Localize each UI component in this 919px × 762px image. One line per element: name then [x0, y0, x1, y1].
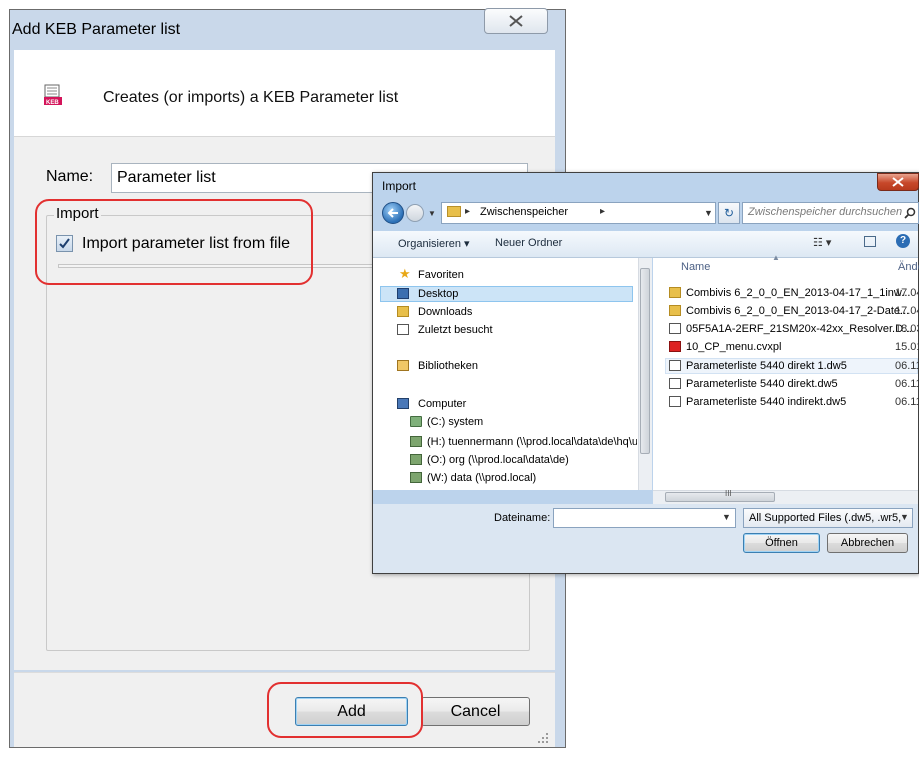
dialog-description: Creates (or imports) a KEB Parameter lis…	[103, 89, 399, 106]
file-name[interactable]: Parameterliste 5440 direkt 1.dw5	[686, 360, 847, 372]
change-view-icon[interactable]: ☷ ▾	[813, 236, 831, 249]
column-header-date[interactable]: Ände	[898, 261, 919, 273]
cancel-button[interactable]: Cancel	[421, 697, 530, 726]
nav-drive-o[interactable]: (O:) org (\\prod.local\data\de)	[427, 454, 569, 466]
import-dialog-title: Import	[382, 179, 417, 193]
arrow-left-icon	[387, 208, 398, 218]
nav-drive-h[interactable]: (H:) tuennermann (\\prod.local\data\de\h…	[427, 436, 637, 448]
file-name[interactable]: Parameterliste 5440 direkt.dw5	[686, 378, 838, 390]
file-name[interactable]: 05F5A1A-2ERF_21SM20x-42xx_Resolver.D...	[686, 323, 912, 335]
horizontal-scrollbar-thumb[interactable]	[665, 492, 775, 502]
sort-indicator-icon: ▲	[772, 253, 780, 262]
organize-menu-button[interactable]: Organisieren ▾	[398, 237, 470, 250]
file-date: 06.11	[895, 378, 919, 390]
breadcrumb-separator-icon[interactable]: ▸	[465, 206, 470, 217]
file-date: 17.04	[895, 287, 919, 299]
name-label: Name:	[46, 168, 94, 185]
nav-libraries[interactable]: Bibliotheken	[418, 360, 478, 372]
filename-dropdown-icon[interactable]: ▼	[722, 512, 731, 522]
libraries-icon	[397, 360, 409, 371]
folder-icon	[447, 206, 461, 217]
filename-label: Dateiname:	[494, 512, 551, 524]
keb-parameter-list-icon: KEB	[43, 84, 63, 106]
help-icon[interactable]: ?	[896, 234, 910, 248]
filename-input[interactable]	[553, 508, 736, 528]
breadcrumb-current-folder[interactable]: Zwischenspeicher	[480, 206, 568, 218]
column-header-name[interactable]: Name	[681, 261, 710, 273]
file-date: 17.04	[895, 305, 919, 317]
resize-grip-icon[interactable]	[537, 731, 549, 749]
preview-pane-icon[interactable]	[864, 236, 876, 247]
network-drive-icon	[410, 454, 422, 465]
desktop-icon	[397, 288, 409, 299]
folder-icon	[669, 287, 681, 298]
file-date: 06.11	[895, 360, 919, 372]
refresh-button[interactable]: ↻	[718, 202, 740, 224]
nav-drive-c[interactable]: (C:) system	[427, 416, 483, 428]
close-icon	[892, 177, 904, 187]
close-icon	[509, 15, 523, 27]
file-name[interactable]: Combivis 6_2_0_0_EN_2013-04-17_2-Date...	[686, 305, 909, 317]
address-dropdown-icon[interactable]: ▼	[704, 208, 713, 218]
search-placeholder[interactable]: Zwischenspeicher durchsuchen	[748, 206, 902, 218]
back-button[interactable]	[382, 202, 404, 224]
nav-drive-w[interactable]: (W:) data (\\prod.local)	[427, 472, 536, 484]
cvxpl-file-icon	[669, 341, 681, 352]
nav-downloads[interactable]: Downloads	[418, 306, 472, 318]
import-highlight-annotation	[35, 199, 313, 285]
search-icon[interactable]	[904, 206, 916, 224]
local-drive-icon	[410, 416, 422, 427]
document-icon	[669, 323, 681, 334]
network-drive-icon	[410, 436, 422, 447]
document-icon	[669, 396, 681, 407]
file-name[interactable]: Parameterliste 5440 indirekt.dw5	[686, 396, 846, 408]
file-date: 06.11	[895, 396, 919, 408]
scroll-grip-marker: III	[725, 489, 732, 498]
recent-places-icon	[397, 324, 409, 335]
file-date: 15.01	[895, 341, 919, 353]
filetype-dropdown-icon[interactable]: ▼	[900, 512, 909, 522]
computer-icon	[397, 398, 409, 409]
nav-scrollbar-thumb[interactable]	[640, 268, 650, 454]
nav-favorites[interactable]: Favoriten	[418, 269, 464, 281]
dialog-title: Add KEB Parameter list	[12, 21, 181, 38]
new-folder-button[interactable]: Neuer Ordner	[495, 237, 562, 249]
document-icon	[669, 360, 681, 371]
open-button[interactable]: Öffnen	[743, 533, 820, 553]
nav-desktop[interactable]: Desktop	[418, 288, 458, 300]
add-button-highlight-annotation	[267, 682, 423, 738]
abort-button[interactable]: Abbrechen	[827, 533, 908, 553]
forward-button[interactable]	[406, 204, 424, 222]
svg-text:KEB: KEB	[46, 100, 59, 106]
filetype-select[interactable]: All Supported Files (.dw5, .wr5,	[743, 508, 913, 528]
network-drive-icon	[410, 472, 422, 483]
history-dropdown-icon[interactable]: ▼	[428, 209, 436, 218]
star-icon: ★	[399, 266, 411, 281]
nav-computer[interactable]: Computer	[418, 398, 466, 410]
import-close-button[interactable]	[877, 173, 919, 191]
file-name[interactable]: Combivis 6_2_0_0_EN_2013-04-17_1_1inw...	[686, 287, 910, 299]
document-icon	[669, 378, 681, 389]
dialog-close-button[interactable]	[484, 8, 548, 34]
file-name[interactable]: 10_CP_menu.cvxpl	[686, 341, 781, 353]
file-date: 18.03	[895, 323, 919, 335]
folder-icon	[669, 305, 681, 316]
downloads-folder-icon	[397, 306, 409, 317]
nav-recent[interactable]: Zuletzt besucht	[418, 324, 493, 336]
breadcrumb-separator-icon[interactable]: ▸	[600, 206, 605, 217]
